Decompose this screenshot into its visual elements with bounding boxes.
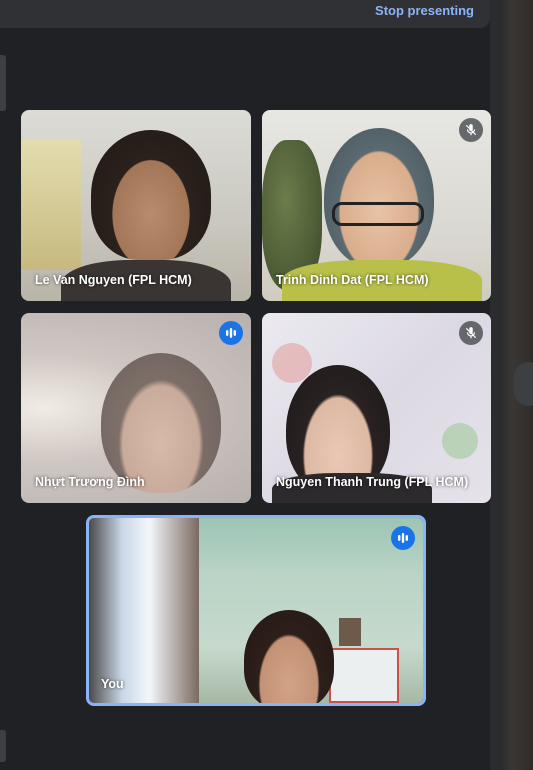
mic-off-icon bbox=[459, 321, 483, 345]
wall-picture bbox=[339, 618, 361, 646]
stop-presenting-button[interactable]: Stop presenting bbox=[375, 3, 474, 18]
participant-name: Trinh Dinh Dat (FPL HCM) bbox=[276, 273, 429, 287]
left-scroll-tab-bottom[interactable] bbox=[0, 730, 6, 762]
curtain-pattern bbox=[442, 423, 478, 459]
scrollbar[interactable] bbox=[490, 0, 499, 770]
curtain bbox=[21, 140, 81, 270]
mic-off-icon bbox=[459, 118, 483, 142]
self-video-tile[interactable]: You bbox=[86, 515, 426, 706]
participant-tile-3[interactable]: Nhựt Trương Đình bbox=[21, 313, 251, 503]
speaking-indicator-icon bbox=[219, 321, 243, 345]
participant-tile-1[interactable]: Le Van Nguyen (FPL HCM) bbox=[21, 110, 251, 301]
participant-name: Nhựt Trương Đình bbox=[35, 475, 145, 489]
participant-head bbox=[91, 130, 211, 260]
presentation-banner: Stop presenting bbox=[0, 0, 490, 28]
left-scroll-tab[interactable] bbox=[0, 55, 6, 111]
participant-tile-2[interactable]: Trinh Dinh Dat (FPL HCM) bbox=[262, 110, 491, 301]
participant-head bbox=[324, 128, 434, 268]
participant-head bbox=[101, 353, 221, 493]
participant-head bbox=[244, 610, 334, 703]
participant-name: You bbox=[101, 677, 124, 691]
glasses bbox=[332, 202, 424, 226]
participant-name: Nguyen Thanh Trung (FPL HCM) bbox=[276, 475, 469, 489]
back-window bbox=[329, 648, 399, 703]
participant-tile-4[interactable]: Nguyen Thanh Trung (FPL HCM) bbox=[262, 313, 491, 503]
side-panel-toggle[interactable] bbox=[514, 362, 533, 406]
speaking-indicator-icon bbox=[391, 526, 415, 550]
participant-name: Le Van Nguyen (FPL HCM) bbox=[35, 273, 192, 287]
window bbox=[89, 518, 199, 703]
